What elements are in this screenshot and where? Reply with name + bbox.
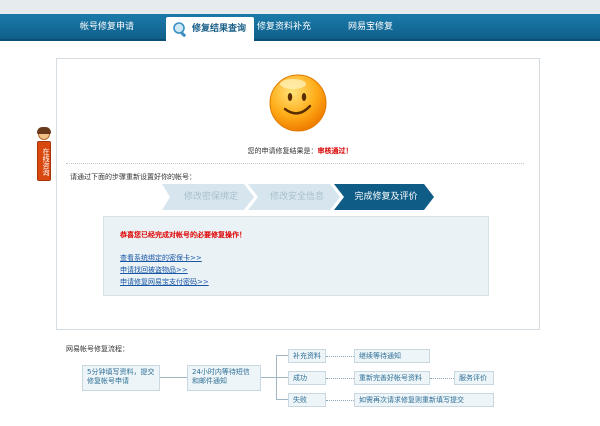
flow-connector [276, 377, 288, 378]
divider [66, 163, 524, 164]
nav-item-account-repair-apply[interactable]: 帐号修复申请 [80, 14, 134, 41]
flow-next-resubmit: 如需再次请求修复则重新填写提交 [354, 393, 494, 407]
nav-item-netease-pay-repair[interactable]: 网易宝修复 [348, 14, 393, 41]
flow-start-box: 5分钟填写资料，提交修复帐号申请 [82, 365, 160, 391]
flow-dotted-connector [326, 356, 354, 357]
flow-branch-success: 成功 [288, 371, 326, 385]
flow-title: 网易帐号修复流程： [66, 345, 129, 353]
recover-stolen-items-link[interactable]: 申请找回被盗物品>> [120, 265, 188, 275]
flow-next-complete-profile: 重新完善好帐号资料 [354, 371, 430, 385]
congrats-message: 恭喜您已经完成对帐号的必要修复操作！ [120, 231, 246, 239]
step-1-label: 修改密保绑定 [183, 192, 238, 202]
flow-connector [261, 377, 276, 378]
nav-item-result-query[interactable]: 修复结果查询 [166, 17, 255, 43]
result-line: 您的申请修复结果是：审核通过！ [0, 146, 600, 156]
flow-connector [160, 377, 187, 378]
agent-hair [37, 127, 51, 134]
top-strip [0, 0, 600, 14]
result-status: 审核通过！ [317, 147, 353, 155]
nav-item-result-query-label: 修复结果查询 [192, 24, 247, 34]
step-3-label: 完成修复及评价 [354, 192, 418, 202]
flow-connector [276, 399, 288, 400]
flow-dotted-connector [326, 378, 354, 379]
view-security-card-link[interactable]: 查看系统绑定的密保卡>> [120, 253, 202, 263]
nav-item-supplement-info[interactable]: 修复资料补充 [257, 14, 311, 41]
magnifier-icon [173, 22, 186, 37]
flow-branch-supplement: 补充资料 [288, 349, 326, 363]
step-2-label: 修改安全信息 [269, 192, 324, 202]
flow-dotted-connector [326, 400, 354, 401]
flow-dotted-connector [430, 378, 454, 379]
smiley-face-icon [269, 74, 327, 132]
flow-connector [276, 355, 288, 356]
flow-next-wait: 继续等待通知 [354, 349, 430, 363]
result-prefix: 您的申请修复结果是： [247, 147, 318, 155]
progress-steps: 修改密保绑定 修改安全信息 完成修复及评价 [162, 184, 434, 210]
steps-intro: 请通过下面的步骤重新设置好你的帐号： [70, 173, 196, 181]
repair-pay-password-link[interactable]: 申请修复网易宝支付密码>> [120, 277, 209, 287]
flow-wait-box: 24小时内等待短信和邮件通知 [187, 365, 261, 391]
flow-branch-fail: 失败 [288, 393, 326, 407]
flow-final-rating: 服务评价 [454, 371, 494, 385]
main-nav: 帐号修复申请 修复结果查询 修复资料补充 网易宝修复 [0, 14, 600, 43]
